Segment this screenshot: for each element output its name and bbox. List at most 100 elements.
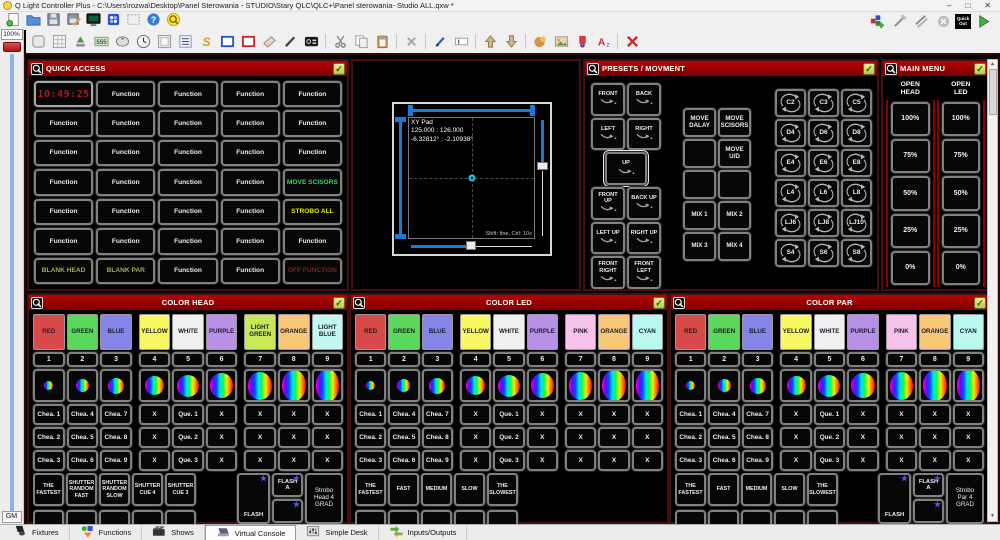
- frame-blue-icon[interactable]: [218, 33, 236, 50]
- slider-icon[interactable]: [71, 33, 89, 50]
- bg-image-icon[interactable]: [552, 33, 570, 50]
- color-red-button[interactable]: RED: [675, 314, 706, 350]
- number-3-button[interactable]: 3: [742, 352, 773, 367]
- cue-x-button[interactable]: X: [886, 450, 917, 471]
- clipped-button[interactable]: [388, 510, 419, 524]
- cue-que-1-button[interactable]: Que. 1: [493, 404, 524, 425]
- cue-x-button[interactable]: X: [278, 404, 310, 425]
- preset-move-u-d-button[interactable]: MOVE U/D: [718, 139, 751, 168]
- quick-access-function-button[interactable]: STROBO ALL: [283, 199, 342, 225]
- quick-access-function-button[interactable]: Function: [283, 110, 342, 136]
- cue-x-button[interactable]: X: [598, 404, 629, 425]
- color-knob-8[interactable]: [598, 369, 629, 402]
- color-knob-2[interactable]: [67, 369, 99, 402]
- number-9-button[interactable]: 9: [632, 352, 663, 367]
- color-knob-6[interactable]: [206, 369, 238, 402]
- vertical-scrollbar[interactable]: ▲ ▼: [987, 59, 998, 522]
- color-knob-5[interactable]: [493, 369, 524, 402]
- cue-x-button[interactable]: X: [847, 404, 878, 425]
- frame-icon[interactable]: [155, 33, 173, 50]
- font-icon[interactable]: Az: [594, 33, 612, 50]
- cue-x-button[interactable]: X: [278, 450, 310, 471]
- color-orange-button[interactable]: ORANGE: [919, 314, 950, 350]
- tab-inputs-outputs[interactable]: Inputs/Outputs: [379, 525, 468, 540]
- cue-x-button[interactable]: X: [919, 427, 950, 448]
- color-blue-button[interactable]: BLUE: [422, 314, 453, 350]
- cue-x-button[interactable]: X: [139, 404, 171, 425]
- color-purple-button[interactable]: PURPLE: [847, 314, 878, 350]
- intensity-75pct-button[interactable]: 75%: [942, 139, 981, 173]
- speed-shutter-cue-4-button[interactable]: SHUTTER CUE 4: [132, 473, 163, 506]
- quick-access-function-button[interactable]: Function: [158, 228, 217, 254]
- quick-access-function-button[interactable]: Function: [221, 81, 280, 107]
- intensity-25pct-button[interactable]: 25%: [891, 214, 930, 248]
- quick-access-function-button[interactable]: Function: [96, 228, 155, 254]
- speed-slow-button[interactable]: SLOW: [454, 473, 485, 506]
- cue-que-1-button[interactable]: Que. 1: [172, 404, 204, 425]
- quick-access-function-button[interactable]: Function: [221, 199, 280, 225]
- preset-rotation-e8-button[interactable]: E8: [841, 149, 872, 177]
- color-yellow-button[interactable]: YELLOW: [139, 314, 171, 350]
- cue-que-3-button[interactable]: Que. 3: [172, 450, 204, 471]
- preset-mix-2-button[interactable]: MIX 2: [718, 201, 751, 230]
- number-6-button[interactable]: 6: [847, 352, 878, 367]
- cue-x-button[interactable]: X: [460, 427, 491, 448]
- flash-button[interactable]: FLASH★: [878, 473, 911, 524]
- cue-x-button[interactable]: X: [598, 427, 629, 448]
- color-white-button[interactable]: WHITE: [172, 314, 204, 350]
- number-6-button[interactable]: 6: [527, 352, 558, 367]
- color-cyan-button[interactable]: CYAN: [953, 314, 984, 350]
- cue-x-button[interactable]: X: [139, 427, 171, 448]
- cue-chea-3-button[interactable]: Chea. 3: [33, 450, 65, 471]
- xy-horizontal-slider[interactable]: [408, 239, 535, 254]
- speed-the-fastest-button[interactable]: THE FASTEST: [675, 473, 706, 506]
- quick-access-function-button[interactable]: BLANK HEAD: [34, 258, 93, 284]
- speed-the-fastest-button[interactable]: THE FASTEST: [355, 473, 386, 506]
- enable-check-icon[interactable]: ✓: [653, 297, 665, 309]
- number-6-button[interactable]: 6: [206, 352, 238, 367]
- preset-back-button[interactable]: BACK: [627, 83, 661, 116]
- color-purple-button[interactable]: PURPLE: [527, 314, 558, 350]
- quick-access-function-button[interactable]: Function: [34, 228, 93, 254]
- strobo-grad-button[interactable]: Strobo Head 4 GRAD: [305, 473, 343, 524]
- color-blue-button[interactable]: BLUE: [742, 314, 773, 350]
- grand-master-handle[interactable]: [3, 42, 21, 52]
- cue-chea-1-button[interactable]: Chea. 1: [33, 404, 65, 425]
- color-cyan-button[interactable]: CYAN: [632, 314, 663, 350]
- speed-slow-button[interactable]: SLOW: [774, 473, 805, 506]
- close-button[interactable]: ✕: [984, 1, 991, 11]
- rename-icon[interactable]: [452, 33, 470, 50]
- cue-x-button[interactable]: X: [886, 404, 917, 425]
- grand-master-track[interactable]: [0, 54, 23, 511]
- solo-frame-icon[interactable]: [239, 33, 257, 50]
- color-blue-button[interactable]: BLUE: [100, 314, 132, 350]
- color-knob-9[interactable]: [312, 369, 344, 402]
- quick-access-function-button[interactable]: Function: [96, 199, 155, 225]
- cue-que-1-button[interactable]: Que. 1: [814, 404, 845, 425]
- cue-chea-8-button[interactable]: Chea. 8: [100, 427, 132, 448]
- xy-pan-range-bar[interactable]: [408, 104, 535, 117]
- quick-access-function-button[interactable]: Function: [158, 169, 217, 195]
- knob-icon[interactable]: [113, 33, 131, 50]
- dmx-monitor-icon[interactable]: [84, 11, 102, 28]
- cue-x-button[interactable]: X: [206, 427, 238, 448]
- raise-icon[interactable]: [481, 33, 499, 50]
- cue-x-button[interactable]: X: [953, 427, 984, 448]
- color-knob-7[interactable]: [565, 369, 596, 402]
- speed-dial-icon[interactable]: [302, 33, 320, 50]
- color-pink-button[interactable]: PINK: [565, 314, 596, 350]
- cue-que-3-button[interactable]: Que. 3: [493, 450, 524, 471]
- save-as-icon[interactable]: [64, 11, 82, 28]
- cue-x-button[interactable]: X: [527, 450, 558, 471]
- color-knob-7[interactable]: [244, 369, 276, 402]
- number-1-button[interactable]: 1: [355, 352, 386, 367]
- clipped-button[interactable]: [807, 510, 838, 524]
- color-knob-3[interactable]: [100, 369, 132, 402]
- preset-rotation-d8-button[interactable]: D8: [841, 119, 872, 147]
- xy-horizontal-handle[interactable]: [466, 241, 476, 250]
- cue-chea-5-button[interactable]: Chea. 5: [708, 427, 739, 448]
- cue-x-button[interactable]: X: [780, 450, 811, 471]
- cue-chea-4-button[interactable]: Chea. 4: [708, 404, 739, 425]
- play-icon[interactable]: [974, 13, 992, 30]
- number-8-button[interactable]: 8: [919, 352, 950, 367]
